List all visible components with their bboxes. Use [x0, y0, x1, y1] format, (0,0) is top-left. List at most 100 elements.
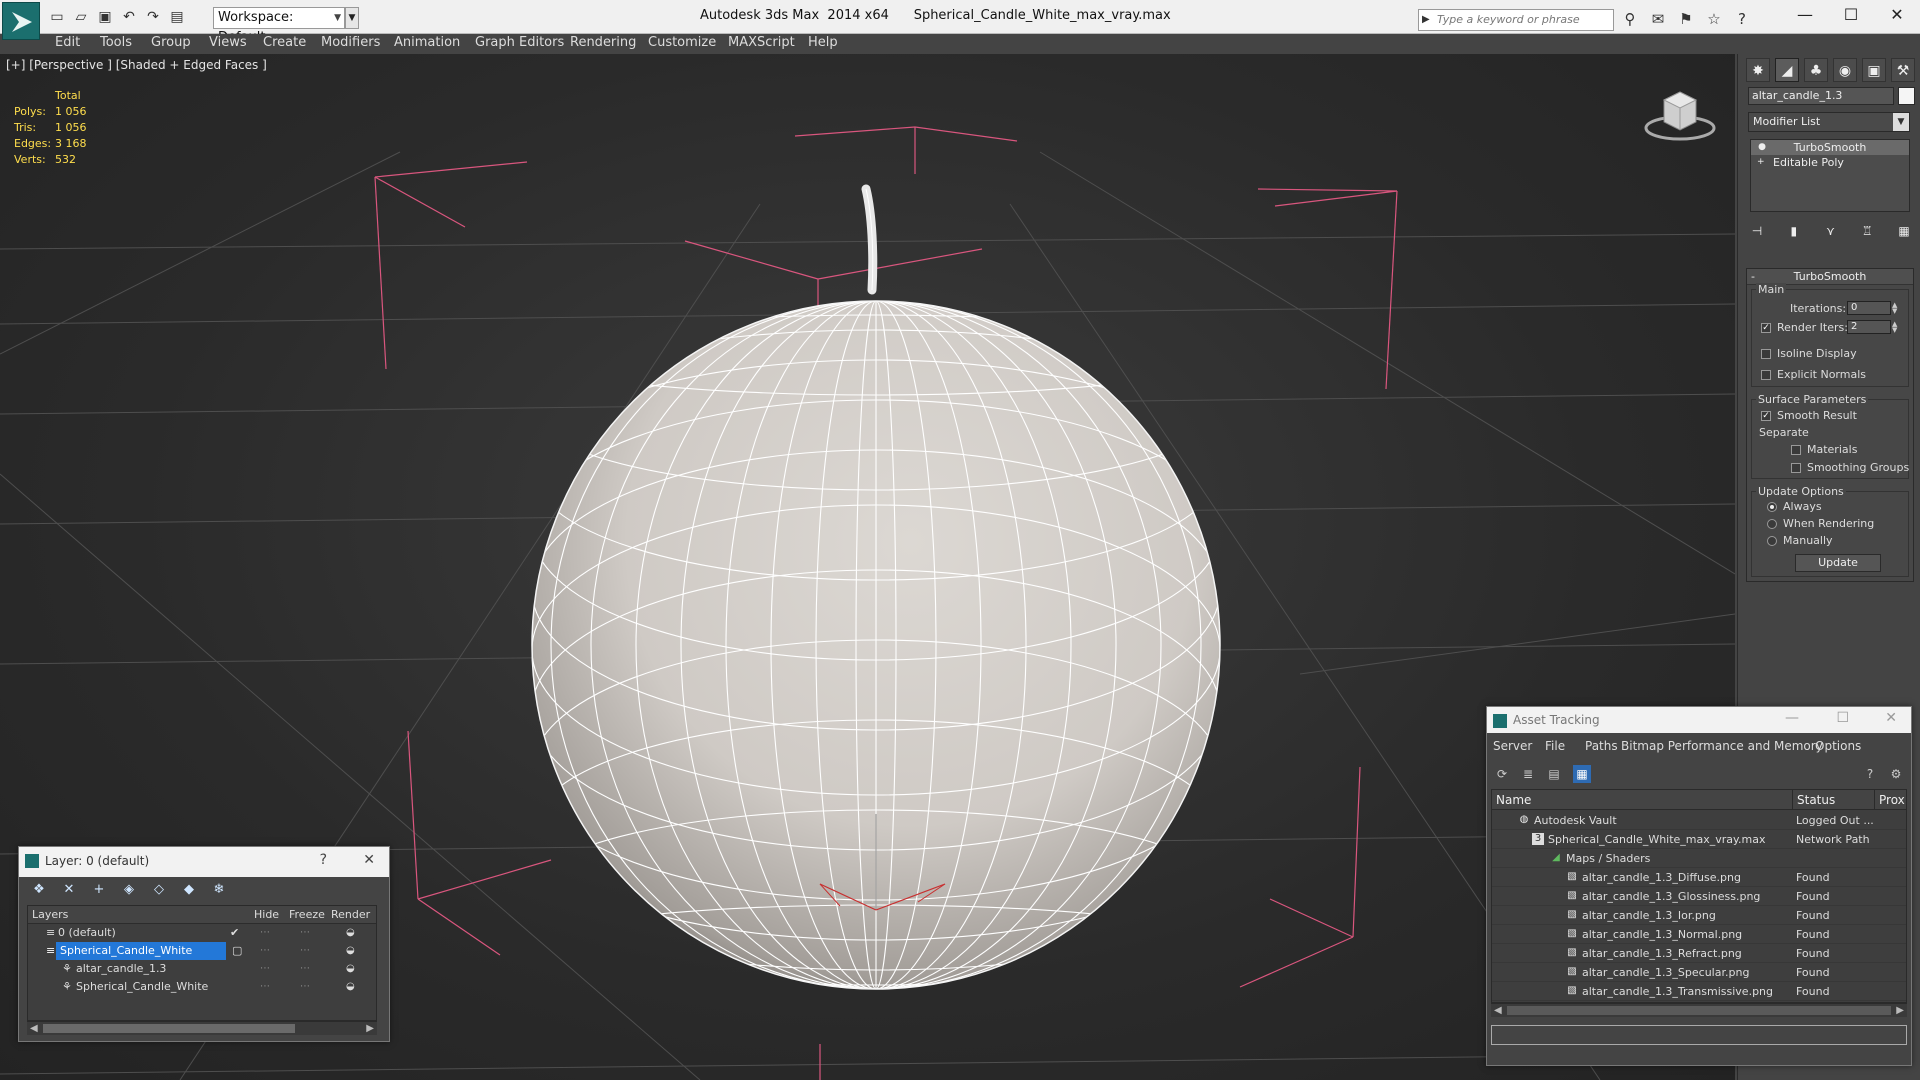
asset-row-bitmap[interactable]: ▧ altar_candle_1.3_Normal.png Found: [1492, 925, 1906, 944]
select-objects-icon[interactable]: ◈: [119, 881, 139, 899]
communication-icon[interactable]: ✉: [1648, 9, 1668, 29]
when-rendering-radio[interactable]: [1767, 519, 1777, 529]
binoculars-icon[interactable]: ⚲: [1620, 9, 1640, 29]
render-iters-spinner[interactable]: 2 ▲ ▼: [1847, 320, 1897, 334]
menu-animation[interactable]: Animation: [394, 34, 460, 52]
make-unique-icon[interactable]: ⋎: [1822, 222, 1840, 240]
freeze-toggle[interactable]: ⋯: [300, 924, 310, 942]
menu-server[interactable]: Server: [1493, 739, 1532, 753]
menu-maxscript[interactable]: MAXScript: [728, 34, 795, 52]
new-file-icon[interactable]: ▭: [48, 8, 66, 26]
hide-toggle[interactable]: ⋯: [260, 960, 270, 978]
table-view-icon[interactable]: ▦: [1573, 765, 1591, 783]
undo-icon[interactable]: ↶: [120, 8, 138, 26]
vault-settings-icon[interactable]: ⚙: [1887, 765, 1905, 783]
materials-checkbox[interactable]: [1791, 445, 1801, 455]
redo-icon[interactable]: ↷: [144, 8, 162, 26]
scroll-thumb[interactable]: [43, 1024, 295, 1033]
freeze-toggle[interactable]: ⋯: [300, 942, 310, 960]
close-button[interactable]: ✕: [1874, 0, 1920, 32]
menu-customize[interactable]: Customize: [648, 34, 716, 52]
menu-tools[interactable]: Tools: [100, 34, 132, 52]
menu-paths[interactable]: Paths: [1585, 739, 1618, 753]
maximize-button[interactable]: ☐: [1828, 0, 1874, 32]
asset-row-bitmap[interactable]: ▧ altar_candle_1.3_Specular.png Found: [1492, 963, 1906, 982]
asset-row-bitmap[interactable]: ▧ altar_candle_1.3_Glossiness.png Found: [1492, 887, 1906, 906]
asset-path-field[interactable]: [1491, 1025, 1907, 1045]
col-freeze[interactable]: Freeze: [289, 906, 325, 924]
layer-window-titlebar[interactable]: Layer: 0 (default) ? ✕: [19, 847, 389, 877]
hide-toggle[interactable]: ⋯: [260, 942, 270, 960]
isoline-display-checkbox[interactable]: [1761, 349, 1771, 359]
menu-edit[interactable]: Edit: [55, 34, 80, 52]
app-menu-button[interactable]: [2, 2, 40, 40]
maximize-button[interactable]: ☐: [1836, 710, 1849, 726]
thumbnail-view-icon[interactable]: ▤: [1545, 765, 1563, 783]
hide-toggle[interactable]: ⋯: [260, 924, 270, 942]
viewcube-icon[interactable]: [1642, 84, 1718, 144]
asset-horizontal-scrollbar[interactable]: ◀ ▶: [1491, 1003, 1907, 1017]
freeze-toggle[interactable]: ⋯: [300, 978, 310, 996]
highlight-layer-icon[interactable]: ◇: [149, 881, 169, 899]
menu-modifiers[interactable]: Modifiers: [321, 34, 380, 52]
open-file-icon[interactable]: ▱: [72, 8, 90, 26]
scroll-right-icon[interactable]: ▶: [1896, 1004, 1904, 1018]
close-button[interactable]: ✕: [363, 852, 375, 868]
col-hide[interactable]: Hide: [254, 906, 279, 924]
menu-views[interactable]: Views: [209, 34, 247, 52]
workspace-dropdown[interactable]: Workspace: Default ▼: [213, 7, 345, 45]
menu-file[interactable]: File: [1545, 739, 1565, 753]
object-name-field[interactable]: altar_candle_1.3: [1748, 87, 1894, 105]
close-button[interactable]: ✕: [1885, 710, 1897, 726]
help-icon[interactable]: ?: [1732, 9, 1752, 29]
asset-row-max-file[interactable]: 3 Spherical_Candle_White_max_vray.max Ne…: [1492, 830, 1906, 849]
menu-graph-editors[interactable]: Graph Editors: [475, 34, 564, 52]
list-view-icon[interactable]: ≣: [1519, 765, 1537, 783]
always-radio[interactable]: [1767, 502, 1777, 512]
menu-bitmap-performance[interactable]: Bitmap Performance and Memory: [1621, 739, 1823, 753]
modify-tab-icon[interactable]: ◢: [1775, 58, 1799, 82]
create-layer-icon[interactable]: ❖: [29, 881, 49, 899]
render-teapot-icon[interactable]: ◒: [346, 942, 355, 960]
update-button[interactable]: Update: [1795, 554, 1881, 572]
motion-tab-icon[interactable]: ◉: [1833, 58, 1857, 82]
help-button[interactable]: ?: [320, 852, 327, 868]
favorites-star-icon[interactable]: ☆: [1704, 9, 1724, 29]
subscription-icon[interactable]: ⚑: [1676, 9, 1696, 29]
layer-row[interactable]: ≡ Spherical_Candle_White ▢ ⋯ ⋯ ◒: [28, 942, 376, 960]
configure-modifier-sets-icon[interactable]: ▦: [1895, 222, 1913, 240]
show-end-result-icon[interactable]: ▮: [1785, 222, 1803, 240]
hide-toggle[interactable]: ⋯: [260, 978, 270, 996]
stack-item-editable-poly[interactable]: + Editable Poly: [1751, 155, 1909, 170]
layer-object-row[interactable]: ⚘ altar_candle_1.3 ⋯ ⋯ ◒: [28, 960, 376, 978]
current-layer-box-icon[interactable]: ▢: [232, 942, 242, 960]
expand-arrow-icon[interactable]: ▶: [1422, 10, 1430, 30]
col-layers[interactable]: Layers: [32, 906, 68, 924]
scroll-thumb[interactable]: [1507, 1006, 1891, 1015]
spinner-arrows-icon[interactable]: ▲ ▼: [1892, 321, 1902, 334]
spinner-arrows-icon[interactable]: ▲ ▼: [1892, 302, 1902, 315]
help-icon[interactable]: ?: [1861, 765, 1879, 783]
manually-radio[interactable]: [1767, 536, 1777, 546]
col-name[interactable]: Name: [1496, 790, 1531, 810]
asset-row-maps-folder[interactable]: ◢ Maps / Shaders: [1492, 849, 1906, 868]
asset-row-bitmap[interactable]: ▧ altar_candle_1.3_Refract.png Found: [1492, 944, 1906, 963]
pin-stack-icon[interactable]: ⊣: [1748, 222, 1766, 240]
asset-row-vault[interactable]: ◍ Autodesk Vault Logged Out ...: [1492, 811, 1906, 830]
layer-row[interactable]: ≡ 0 (default) ✔ ⋯ ⋯ ◒: [28, 924, 376, 942]
modifier-list-dropdown[interactable]: Modifier List ▼: [1748, 112, 1910, 132]
freeze-all-icon[interactable]: ❄: [209, 881, 229, 899]
smoothing-groups-checkbox[interactable]: [1791, 463, 1801, 473]
minimize-button[interactable]: —: [1785, 710, 1799, 726]
minimize-button[interactable]: —: [1782, 0, 1828, 32]
scroll-left-icon[interactable]: ◀: [1494, 1004, 1502, 1018]
expand-plus-icon[interactable]: +: [1757, 157, 1767, 167]
hierarchy-tab-icon[interactable]: ♣: [1804, 58, 1828, 82]
stack-item-turbosmooth[interactable]: ● TurboSmooth: [1751, 140, 1909, 155]
display-tab-icon[interactable]: ▣: [1862, 58, 1886, 82]
delete-layer-icon[interactable]: ✕: [59, 881, 79, 899]
project-folder-icon[interactable]: ▤: [168, 8, 186, 26]
checkmark-icon[interactable]: ✔: [230, 924, 239, 942]
remove-modifier-icon[interactable]: ♖: [1858, 222, 1876, 240]
freeze-toggle[interactable]: ⋯: [300, 960, 310, 978]
